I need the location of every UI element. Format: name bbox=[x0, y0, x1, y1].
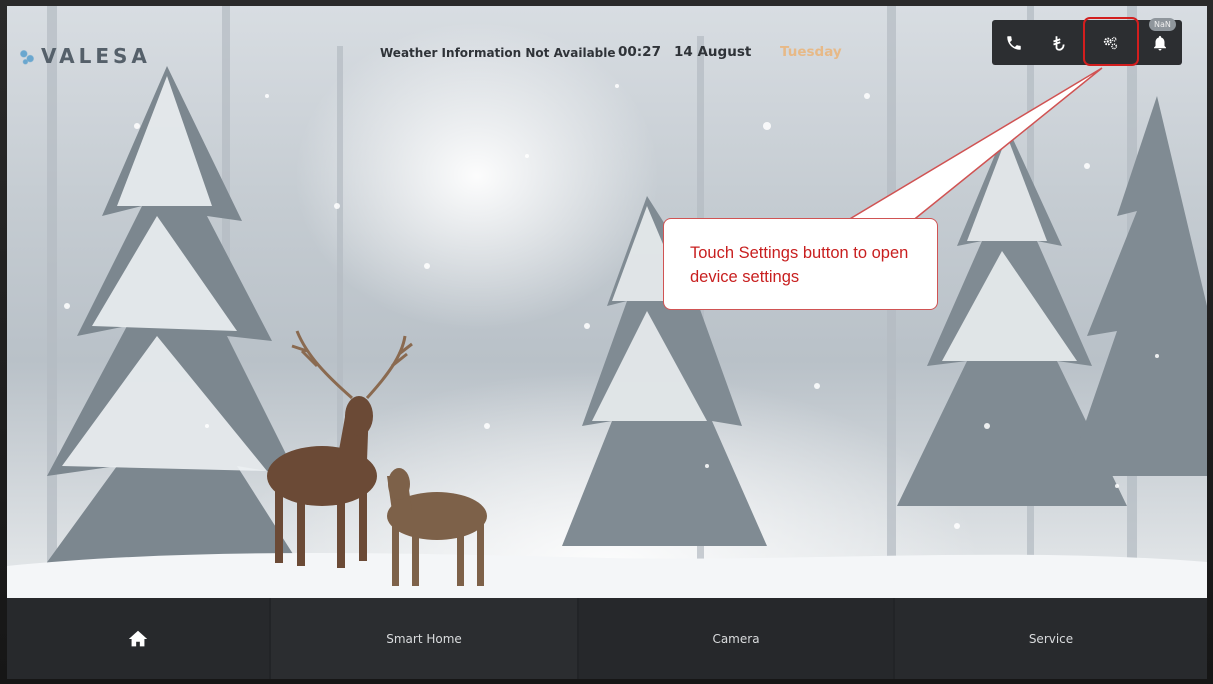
callout-pointer bbox=[835, 67, 1103, 227]
nav-home[interactable] bbox=[7, 598, 269, 679]
bottom-navigation: Smart Home Camera Service bbox=[7, 598, 1207, 679]
nav-service[interactable]: Service bbox=[895, 598, 1207, 679]
device-photo: VALESA Weather Information Not Available… bbox=[0, 0, 1213, 684]
home-icon bbox=[128, 630, 148, 646]
nav-camera[interactable]: Camera bbox=[579, 598, 893, 679]
callout-text: Touch Settings button to open device set… bbox=[690, 244, 909, 286]
nav-smart-home[interactable]: Smart Home bbox=[271, 598, 577, 679]
callout-joint bbox=[838, 225, 906, 228]
